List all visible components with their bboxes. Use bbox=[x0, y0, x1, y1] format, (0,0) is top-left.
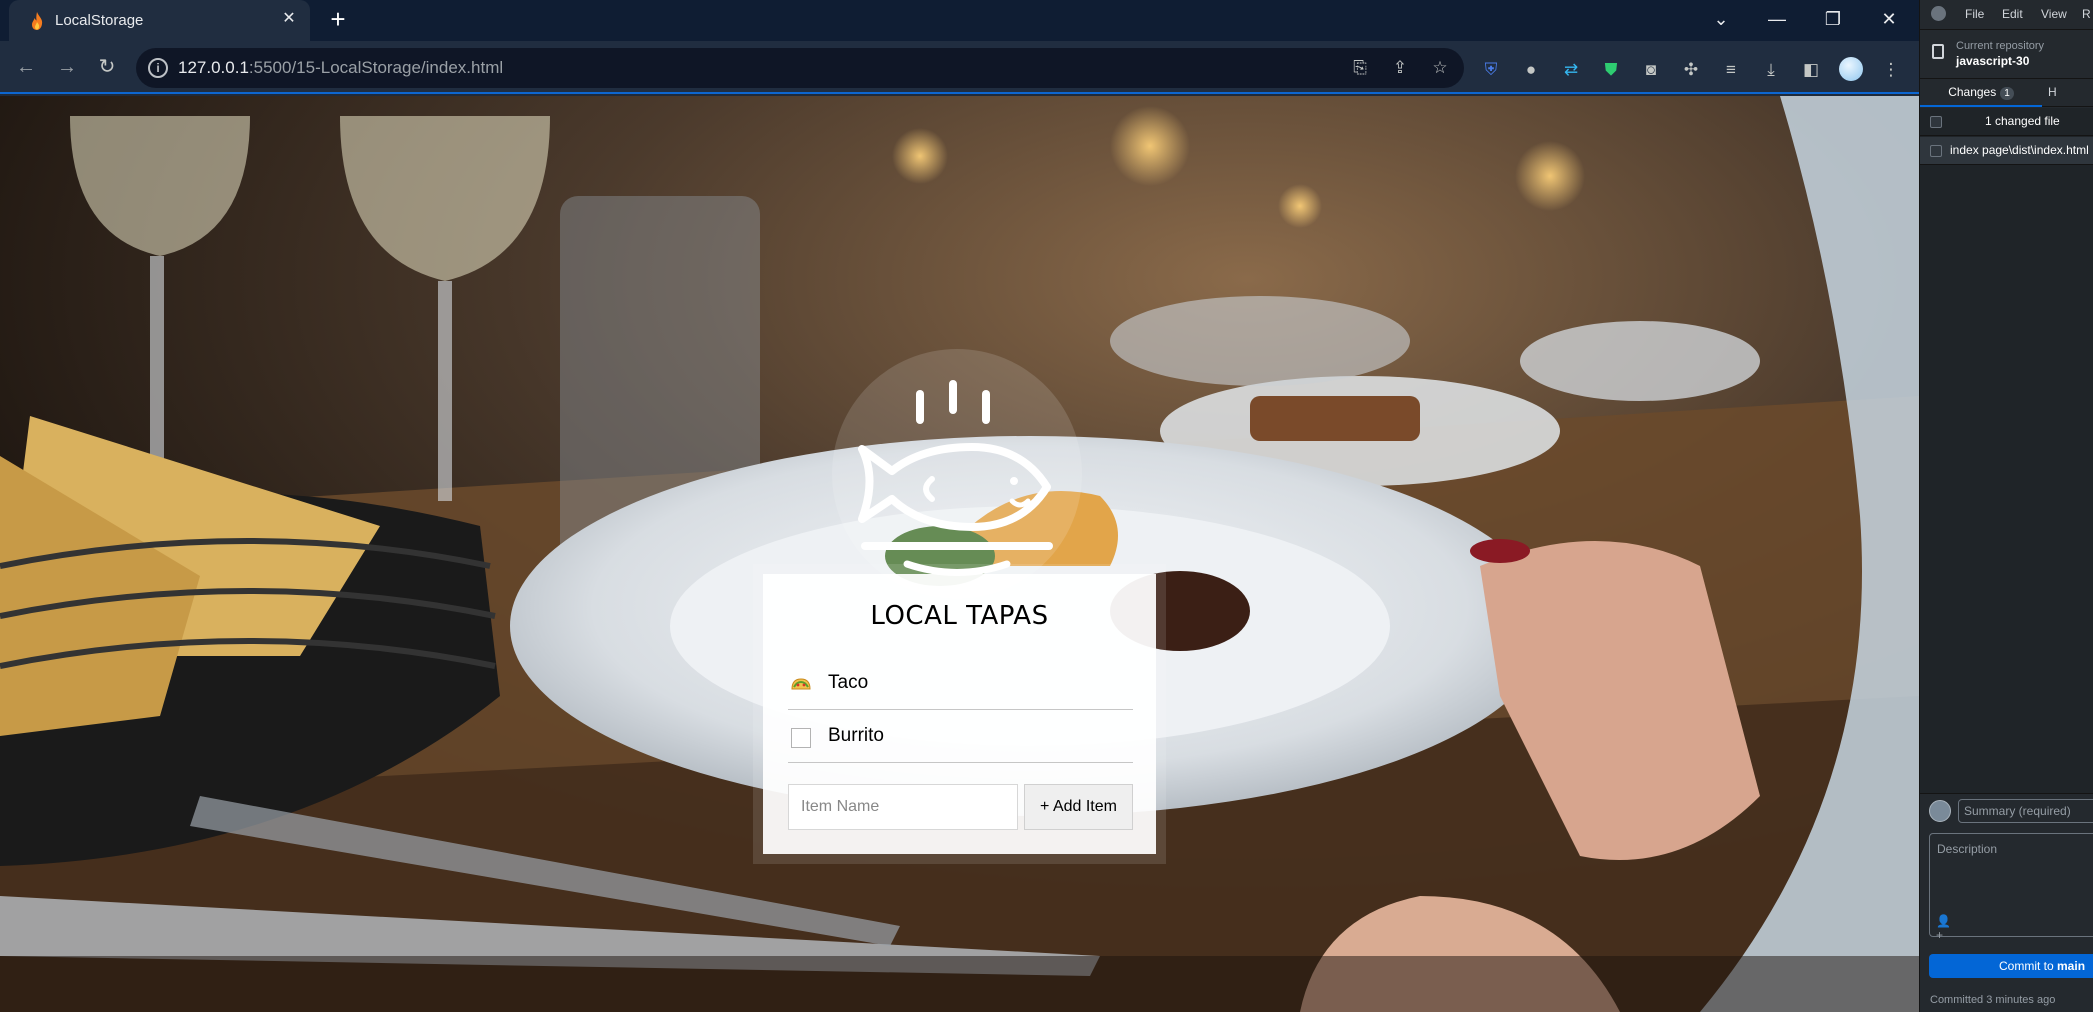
restore-button[interactable]: ❐ bbox=[1805, 0, 1861, 41]
changed-files-list: 1 changed file index page\dist\index.htm… bbox=[1920, 108, 2093, 793]
commit-summary-input[interactable] bbox=[1958, 799, 2093, 823]
menu-view[interactable]: View bbox=[2041, 7, 2067, 21]
select-all-row[interactable]: 1 changed file bbox=[1920, 108, 2093, 136]
avatar bbox=[1929, 800, 1951, 822]
camera-extension-icon[interactable]: ◙ bbox=[1638, 57, 1664, 83]
reading-list-icon[interactable]: ≡ bbox=[1718, 57, 1744, 83]
url-text: 127.0.0.1:5500/15-LocalStorage/index.htm… bbox=[178, 58, 504, 77]
bookmark-star-icon[interactable]: ☆ bbox=[1429, 57, 1451, 79]
tab-changes[interactable]: Changes 1 bbox=[1920, 80, 2042, 107]
fish-icon bbox=[858, 380, 1053, 576]
commit-panel: 👤+ Commit to main Committed 3 minutes ag… bbox=[1920, 793, 2093, 1012]
fish-logo bbox=[832, 349, 1082, 599]
page-title: LOCAL TAPAS bbox=[870, 601, 1049, 631]
address-bar[interactable]: i 127.0.0.1:5500/15-LocalStorage/index.h… bbox=[136, 48, 1464, 88]
file-checkbox[interactable] bbox=[1930, 145, 1942, 157]
translate-icon[interactable]: ⎘ bbox=[1349, 57, 1371, 79]
puzzle-extensions-icon[interactable]: ✣ bbox=[1678, 57, 1704, 83]
new-tab-button[interactable]: + bbox=[324, 6, 352, 34]
repo-name: javascript-30 bbox=[1956, 54, 2030, 68]
share-icon[interactable]: ⇪ bbox=[1389, 57, 1411, 79]
commit-description-input[interactable] bbox=[1929, 833, 2093, 937]
more-menu-icon[interactable]: ⋮ bbox=[1878, 57, 1904, 83]
download-icon[interactable]: ⤓ bbox=[1758, 57, 1784, 83]
page-viewport: LOCAL TAPAS Taco Burrito + Add Item bbox=[0, 96, 1919, 1012]
minimize-button[interactable]: — bbox=[1749, 0, 1805, 41]
tab-close-icon[interactable]: ✕ bbox=[278, 8, 300, 30]
reload-icon[interactable]: ↻ bbox=[93, 53, 121, 81]
item-name-input[interactable] bbox=[788, 784, 1018, 830]
menu-edit[interactable]: Edit bbox=[2002, 7, 2023, 21]
tab-title: LocalStorage bbox=[55, 12, 144, 29]
tab-search-chevron-icon[interactable]: ⌄ bbox=[1693, 0, 1749, 41]
file-path: index page\dist\index.html bbox=[1950, 143, 2089, 157]
repo-label: Current repository bbox=[1956, 40, 2045, 52]
changes-count-badge: 1 bbox=[2000, 87, 2014, 100]
browser-window: LocalStorage ✕ + ⌄ — ❐ ✕ ← → ↻ i 127.0.0… bbox=[0, 0, 1919, 1012]
back-arrow-icon[interactable]: ← bbox=[12, 53, 40, 81]
commit-status-text: Committed 3 minutes ago bbox=[1930, 994, 2056, 1006]
shield-extension-icon[interactable]: ⛊ bbox=[1598, 57, 1624, 83]
select-all-checkbox[interactable] bbox=[1930, 116, 1942, 128]
profile-avatar[interactable] bbox=[1838, 57, 1864, 83]
changed-file-row[interactable]: index page\dist\index.html bbox=[1920, 137, 2093, 165]
gh-menubar: File Edit View R bbox=[1920, 0, 2093, 28]
taco-emoji-icon[interactable] bbox=[790, 674, 812, 694]
add-item-button[interactable]: + Add Item bbox=[1024, 784, 1133, 830]
item-label[interactable]: Burrito bbox=[828, 725, 884, 747]
gh-tabs: Changes 1 H bbox=[1920, 80, 2093, 107]
side-panel-icon[interactable]: ◧ bbox=[1798, 57, 1824, 83]
menu-repository[interactable]: R bbox=[2082, 7, 2091, 21]
github-logo-icon bbox=[1931, 6, 1946, 21]
repo-icon bbox=[1932, 44, 1944, 59]
fire-favicon-icon bbox=[32, 12, 43, 30]
commit-button[interactable]: Commit to main bbox=[1929, 954, 2093, 978]
sync-extension-icon[interactable]: ⇄ bbox=[1558, 57, 1584, 83]
close-window-button[interactable]: ✕ bbox=[1861, 0, 1917, 41]
tab-strip: LocalStorage ✕ + ⌄ — ❐ ✕ bbox=[0, 0, 1919, 41]
tapas-card: LOCAL TAPAS Taco Burrito + Add Item bbox=[763, 574, 1156, 854]
current-repository-selector[interactable]: Current repository javascript-30 bbox=[1920, 29, 2093, 79]
item-checkbox[interactable] bbox=[791, 728, 811, 748]
bitwarden-extension-icon[interactable]: ⛨ bbox=[1478, 57, 1504, 83]
tab-localstorage[interactable]: LocalStorage ✕ bbox=[9, 0, 310, 41]
site-info-icon[interactable]: i bbox=[148, 58, 168, 78]
add-coauthor-icon[interactable]: 👤+ bbox=[1936, 914, 1952, 942]
list-item[interactable]: Taco bbox=[788, 658, 1133, 710]
forward-arrow-icon[interactable]: → bbox=[53, 53, 81, 81]
changed-files-count: 1 changed file bbox=[1985, 114, 2060, 128]
list-item[interactable]: Burrito bbox=[788, 711, 1133, 763]
github-desktop-panel: File Edit View R Current repository java… bbox=[1919, 0, 2093, 1012]
extension-icon[interactable]: ● bbox=[1518, 57, 1544, 83]
browser-toolbar: ← → ↻ i 127.0.0.1:5500/15-LocalStorage/i… bbox=[0, 41, 1919, 94]
item-label[interactable]: Taco bbox=[828, 672, 868, 694]
menu-file[interactable]: File bbox=[1965, 7, 1984, 21]
tab-history[interactable]: H bbox=[2048, 80, 2057, 105]
